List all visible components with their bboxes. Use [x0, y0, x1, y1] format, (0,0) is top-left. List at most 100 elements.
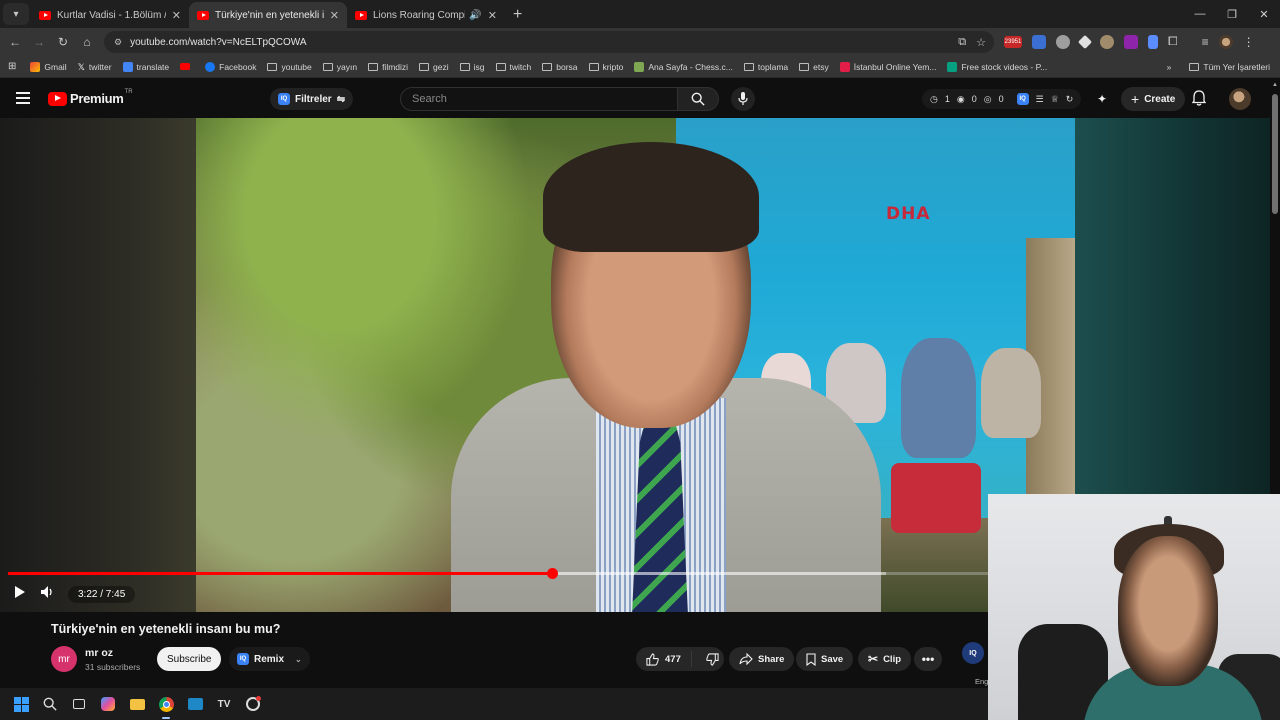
obs-icon[interactable]: [244, 695, 262, 713]
facebook-icon: [205, 61, 216, 72]
tradingview-icon[interactable]: TV: [215, 695, 233, 713]
task-view-icon[interactable]: [70, 695, 88, 713]
taskbar-search-icon[interactable]: [41, 695, 59, 713]
copilot-icon[interactable]: [99, 695, 117, 713]
tab-kurtlar-vadisi[interactable]: Kurtlar Vadisi - 1.Bölüm / @Re ✕: [31, 2, 189, 28]
notifications-button[interactable]: [1191, 90, 1207, 111]
bookmark-pexels[interactable]: Free stock videos - P...: [947, 61, 1047, 72]
extension-icon[interactable]: [1056, 34, 1070, 49]
forward-icon[interactable]: →: [27, 35, 51, 49]
gmail-icon: [30, 61, 41, 72]
address-bar[interactable]: ⚙ youtube.com/watch?v=NcELTpQCOWA ⧉ ☆: [104, 31, 994, 53]
volume-button[interactable]: [40, 585, 54, 604]
search-button[interactable]: [677, 87, 719, 111]
search-input[interactable]: Search: [400, 87, 678, 111]
new-tab-button[interactable]: +: [513, 6, 522, 24]
file-explorer-icon[interactable]: [128, 695, 146, 713]
extension-icon[interactable]: [1124, 34, 1138, 49]
bookmark-youtube[interactable]: [180, 63, 194, 70]
restore-icon[interactable]: ❐: [1216, 0, 1248, 28]
diamond-extension-icon[interactable]: [1077, 34, 1093, 49]
extension-gift-icon[interactable]: ✦: [1097, 92, 1107, 106]
kebab-menu-icon[interactable]: ⋮: [1243, 35, 1255, 49]
create-button[interactable]: + Create: [1121, 87, 1186, 111]
subscribe-button[interactable]: Subscribe: [157, 647, 222, 671]
like-dislike-group: 477: [636, 647, 724, 671]
youtube-favicon-icon: [355, 10, 367, 20]
tab-lions-roaring[interactable]: Lions Roaring Compilation 🔊 ✕: [347, 2, 505, 28]
close-window-icon[interactable]: ✕: [1248, 0, 1280, 28]
close-icon[interactable]: ✕: [488, 9, 497, 22]
refresh-icon[interactable]: ↻: [1066, 94, 1074, 105]
extension-icon[interactable]: [1100, 34, 1114, 49]
like-button[interactable]: 477: [636, 651, 692, 667]
trophy-icon[interactable]: ♕: [1051, 94, 1059, 105]
close-icon[interactable]: ✕: [330, 9, 339, 22]
share-button[interactable]: Share: [729, 647, 795, 671]
all-bookmarks[interactable]: Tüm Yer İşaretleri: [1189, 62, 1270, 72]
close-icon[interactable]: ✕: [172, 9, 181, 22]
iq-extension-icon[interactable]: IQ: [1016, 93, 1029, 105]
apps-grid-icon[interactable]: ⊞: [8, 61, 16, 72]
folder-icon: [495, 62, 506, 71]
bookmark-facebook[interactable]: Facebook: [205, 61, 256, 72]
channel-avatar[interactable]: mr: [51, 646, 77, 672]
bookmark-folder-borsa[interactable]: borsa: [542, 62, 578, 72]
account-avatar[interactable]: [1229, 88, 1251, 110]
more-actions-button[interactable]: •••: [914, 647, 942, 671]
install-app-icon[interactable]: ⧉: [958, 36, 966, 49]
reload-icon[interactable]: ↻: [51, 35, 75, 49]
bookmark-folder-gezi[interactable]: gezi: [419, 62, 449, 72]
bookmark-gmail[interactable]: Gmail: [30, 61, 67, 72]
chrome-icon[interactable]: [157, 695, 175, 719]
clip-button[interactable]: ✂ Clip: [858, 647, 912, 671]
voice-search-button[interactable]: [731, 87, 755, 111]
speaker-icon[interactable]: 🔊: [469, 10, 481, 21]
bookmark-chess[interactable]: Ana Sayfa - Chess.c...: [634, 61, 733, 72]
list-icon[interactable]: ☰: [1036, 94, 1044, 105]
tab-turkiye-video[interactable]: Türkiye'nin en yetenekli insanı b ✕: [189, 2, 347, 28]
bookmark-folder-kripto[interactable]: kripto: [588, 62, 623, 72]
extension-stats[interactable]: ◷ 1 ◉ 0 ◎ 0 IQ ☰ ♕ ↻: [922, 89, 1082, 109]
bookmark-folder-youtube[interactable]: youtube: [267, 62, 312, 72]
bookmark-yemeksepeti[interactable]: İstanbul Online Yem...: [839, 61, 936, 72]
windows-start-icon[interactable]: [12, 695, 30, 713]
home-icon[interactable]: ⌂: [75, 35, 99, 49]
scroll-up-icon[interactable]: ▲: [1272, 82, 1278, 88]
youtube-logo[interactable]: Premium TR: [48, 89, 133, 106]
bookmark-star-icon[interactable]: ☆: [976, 36, 986, 49]
translate-extension-icon[interactable]: [1032, 34, 1046, 49]
more-bookmarks-icon[interactable]: »: [1167, 62, 1172, 72]
bookmark-folder-twitch[interactable]: twitch: [495, 62, 531, 72]
remix-button[interactable]: IQ Remix ⌄: [229, 647, 310, 671]
bookmark-folder-isg[interactable]: isg: [459, 62, 485, 72]
play-button[interactable]: [14, 585, 26, 604]
scrollbar-thumb[interactable]: [1272, 94, 1278, 214]
video-frame[interactable]: DHA: [196, 118, 1075, 612]
iq-side-button[interactable]: IQ: [962, 642, 984, 664]
bookmark-folder-filmdizi[interactable]: filmdizi: [368, 62, 408, 72]
bookmark-folder-yayin[interactable]: yayın: [322, 62, 357, 72]
profile-avatar[interactable]: [1218, 34, 1233, 49]
back-icon[interactable]: ←: [3, 35, 27, 49]
bookmark-folder-etsy[interactable]: etsy: [799, 62, 829, 72]
extension-icon[interactable]: [1148, 34, 1158, 49]
site-info-icon[interactable]: ⚙: [114, 37, 122, 48]
puzzle-icon[interactable]: ⧠: [1168, 34, 1178, 49]
dislike-button[interactable]: [697, 652, 728, 666]
terminal-app-icon[interactable]: [186, 695, 204, 713]
dha-watermark: DHA: [886, 204, 931, 224]
tab-search-button[interactable]: ▾: [3, 3, 29, 25]
page-scrollbar[interactable]: ▲: [1270, 80, 1280, 494]
minimize-icon[interactable]: —: [1184, 0, 1216, 28]
channel-name[interactable]: mr oz: [85, 647, 113, 659]
bookmark-folder-toplama[interactable]: toplama: [743, 62, 788, 72]
extension-badge-icon[interactable]: 23951: [1004, 35, 1022, 48]
bookmark-twitter[interactable]: 𝕏twitter: [78, 62, 112, 72]
filters-button[interactable]: IQ Filtreler ⇋: [270, 88, 354, 110]
chevron-down-icon[interactable]: ⌄: [295, 655, 302, 664]
save-button[interactable]: Save: [796, 647, 854, 671]
menu-icon[interactable]: [16, 92, 30, 108]
tab-search-icon[interactable]: ≡: [1202, 35, 1209, 49]
bookmark-translate[interactable]: translate: [122, 61, 169, 72]
